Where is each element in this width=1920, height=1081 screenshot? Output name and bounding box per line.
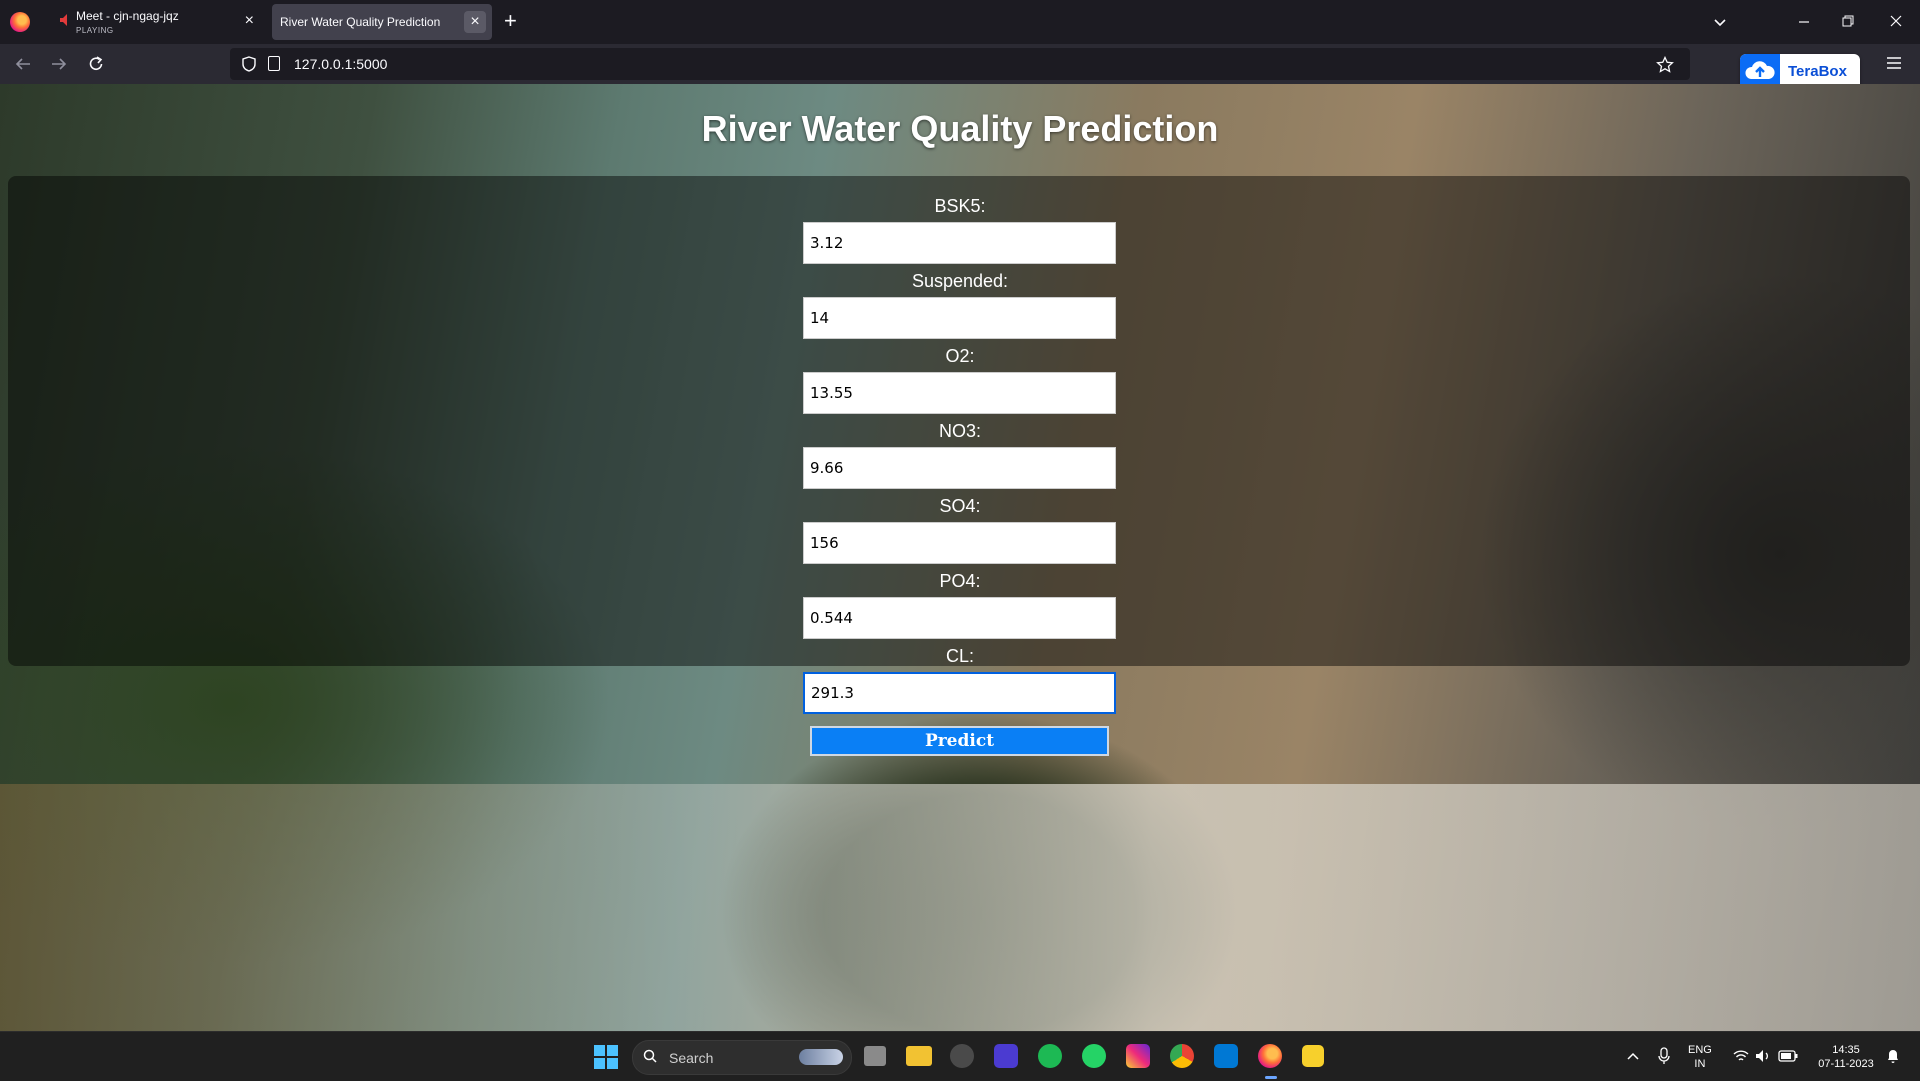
- bsk5-label: BSK5:: [934, 196, 986, 216]
- instagram-icon[interactable]: [1126, 1044, 1150, 1068]
- cl-input[interactable]: [803, 672, 1116, 714]
- tab-playing-label: PLAYING: [76, 26, 114, 35]
- language-code: ENG: [1688, 1044, 1712, 1056]
- firefox-taskbar-icon[interactable]: [1258, 1044, 1282, 1068]
- settings-gear-icon[interactable]: [950, 1044, 974, 1068]
- battery-icon[interactable]: [1778, 1050, 1798, 1062]
- suspended-label: Suspended:: [911, 271, 1009, 291]
- back-icon[interactable]: [14, 56, 32, 72]
- wifi-icon[interactable]: [1733, 1049, 1749, 1063]
- clock-date: 07-11-2023: [1818, 1058, 1874, 1070]
- page-icon: [268, 56, 280, 71]
- whatsapp-icon[interactable]: [1082, 1044, 1106, 1068]
- suspended-input[interactable]: [803, 297, 1116, 339]
- tab-river-water[interactable]: River Water Quality Prediction ×: [272, 4, 492, 40]
- o2-label: O2:: [945, 346, 975, 366]
- po4-input[interactable]: [803, 597, 1116, 639]
- url-text[interactable]: 127.0.0.1:5000: [294, 56, 387, 72]
- windows-taskbar: Search ENG IN 14:35 07-11-2023: [0, 1031, 1920, 1081]
- o2-input[interactable]: [803, 372, 1116, 414]
- bsk5-input[interactable]: [803, 222, 1116, 264]
- language-indicator[interactable]: ENG IN: [1688, 1043, 1712, 1071]
- no3-label: NO3:: [938, 421, 981, 441]
- bookmark-star-icon[interactable]: [1656, 56, 1674, 74]
- new-tab-icon[interactable]: +: [504, 10, 517, 32]
- search-icon: [643, 1049, 657, 1063]
- no3-input[interactable]: [803, 447, 1116, 489]
- chrome-icon[interactable]: [1170, 1044, 1194, 1068]
- browser-toolbar: 127.0.0.1:5000: [0, 44, 1920, 84]
- clock-time: 14:35: [1832, 1044, 1860, 1056]
- clock[interactable]: 14:35 07-11-2023: [1812, 1043, 1880, 1071]
- address-bar[interactable]: 127.0.0.1:5000: [230, 48, 1690, 80]
- reload-icon[interactable]: [87, 55, 105, 73]
- po4-label: PO4:: [939, 571, 981, 591]
- active-app-indicator: [1265, 1076, 1277, 1079]
- region-code: IN: [1694, 1058, 1706, 1070]
- close-window-icon[interactable]: [1890, 15, 1902, 27]
- meta-app-icon[interactable]: [994, 1044, 1018, 1068]
- notification-bell-icon[interactable]: [1886, 1048, 1900, 1064]
- speaker-icon[interactable]: [60, 14, 70, 26]
- chevron-up-icon[interactable]: [1626, 1050, 1640, 1062]
- page-title: River Water Quality Prediction: [701, 108, 1219, 149]
- microphone-icon[interactable]: [1658, 1047, 1670, 1065]
- tab-meet[interactable]: Meet - cjn-ngag-jqz PLAYING ×: [48, 4, 262, 40]
- terabox-label: TeraBox: [1788, 63, 1847, 80]
- tab-title: Meet - cjn-ngag-jqz: [76, 9, 179, 23]
- close-tab-icon[interactable]: ×: [464, 11, 486, 33]
- vscode-icon[interactable]: [1214, 1044, 1238, 1068]
- tab-title: River Water Quality Prediction: [280, 15, 441, 29]
- predict-button[interactable]: Predict: [810, 726, 1109, 756]
- restore-icon[interactable]: [1842, 15, 1854, 27]
- firefox-icon[interactable]: [10, 12, 30, 32]
- close-tab-icon[interactable]: ×: [245, 13, 254, 29]
- search-highlight-image: [799, 1049, 843, 1065]
- windows-start-icon[interactable]: [594, 1045, 618, 1069]
- minimize-icon[interactable]: [1798, 16, 1810, 28]
- file-explorer-icon[interactable]: [906, 1046, 932, 1066]
- shield-icon[interactable]: [242, 56, 256, 72]
- taskbar-search[interactable]: Search: [632, 1040, 852, 1075]
- chevron-down-icon[interactable]: [1712, 14, 1728, 30]
- spotify-icon[interactable]: [1038, 1044, 1062, 1068]
- hamburger-menu-icon[interactable]: [1886, 56, 1902, 70]
- task-view-icon[interactable]: [864, 1046, 886, 1066]
- search-placeholder: Search: [669, 1050, 714, 1066]
- volume-icon[interactable]: [1755, 1049, 1771, 1063]
- so4-input[interactable]: [803, 522, 1116, 564]
- browser-tab-bar: Meet - cjn-ngag-jqz PLAYING × River Wate…: [0, 0, 1920, 44]
- so4-label: SO4:: [939, 496, 981, 516]
- forward-icon[interactable]: [50, 56, 68, 72]
- cl-label: CL:: [945, 646, 974, 666]
- sticky-notes-icon[interactable]: [1302, 1045, 1324, 1067]
- page-viewport: River Water Quality Prediction BSK5: Sus…: [0, 84, 1920, 1031]
